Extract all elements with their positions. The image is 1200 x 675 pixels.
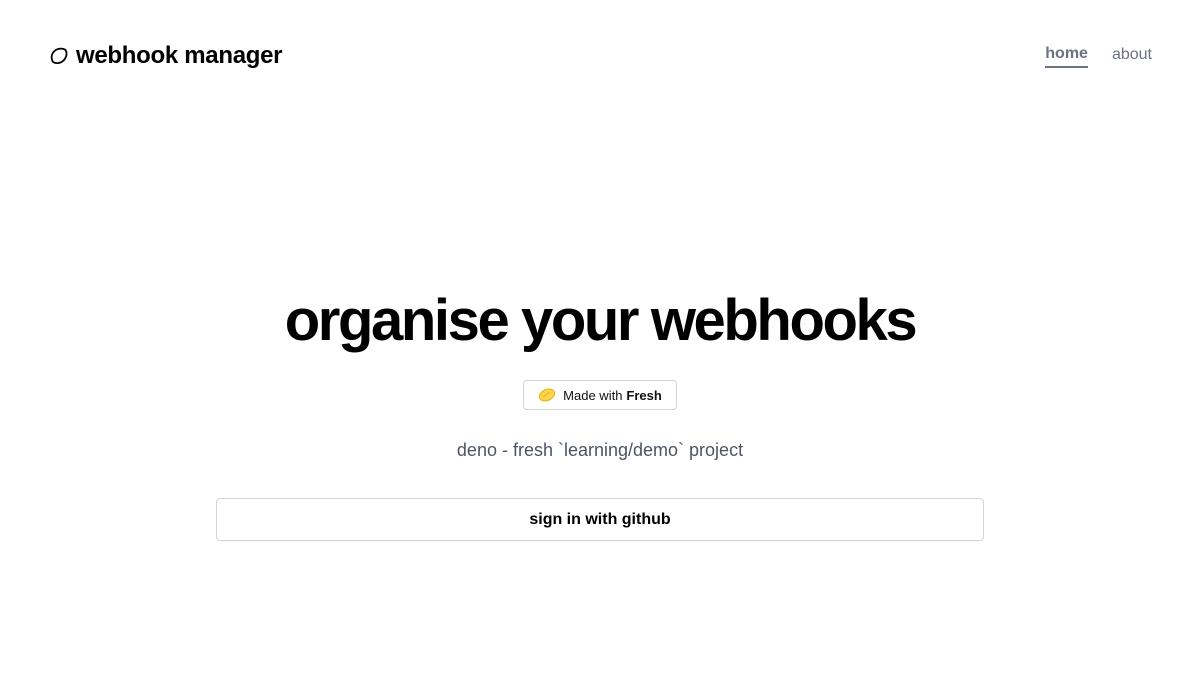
top-header: webhook manager home about xyxy=(50,36,1152,76)
main-nav: home about xyxy=(1045,44,1152,68)
badge-prefix: Made with xyxy=(563,387,623,403)
nav-about-link[interactable]: about xyxy=(1112,45,1152,67)
badge-brand: Fresh xyxy=(626,387,662,403)
lemon-outline-icon xyxy=(50,47,68,65)
hero-section: organise your webhooks Made with Fresh d… xyxy=(0,288,1200,541)
hero-title: organise your webhooks xyxy=(284,288,918,353)
nav-home-link[interactable]: home xyxy=(1045,44,1088,68)
sign-in-github-button[interactable]: sign in with github xyxy=(216,498,984,541)
brand-title: webhook manager xyxy=(76,42,283,69)
brand-link[interactable]: webhook manager xyxy=(50,42,283,70)
fresh-lemon-icon xyxy=(538,388,556,402)
page: webhook manager home about organise your… xyxy=(0,0,1200,675)
made-with-fresh-badge[interactable]: Made with Fresh xyxy=(523,380,677,410)
hero-subtitle: deno - fresh `learning/demo` project xyxy=(456,440,744,460)
